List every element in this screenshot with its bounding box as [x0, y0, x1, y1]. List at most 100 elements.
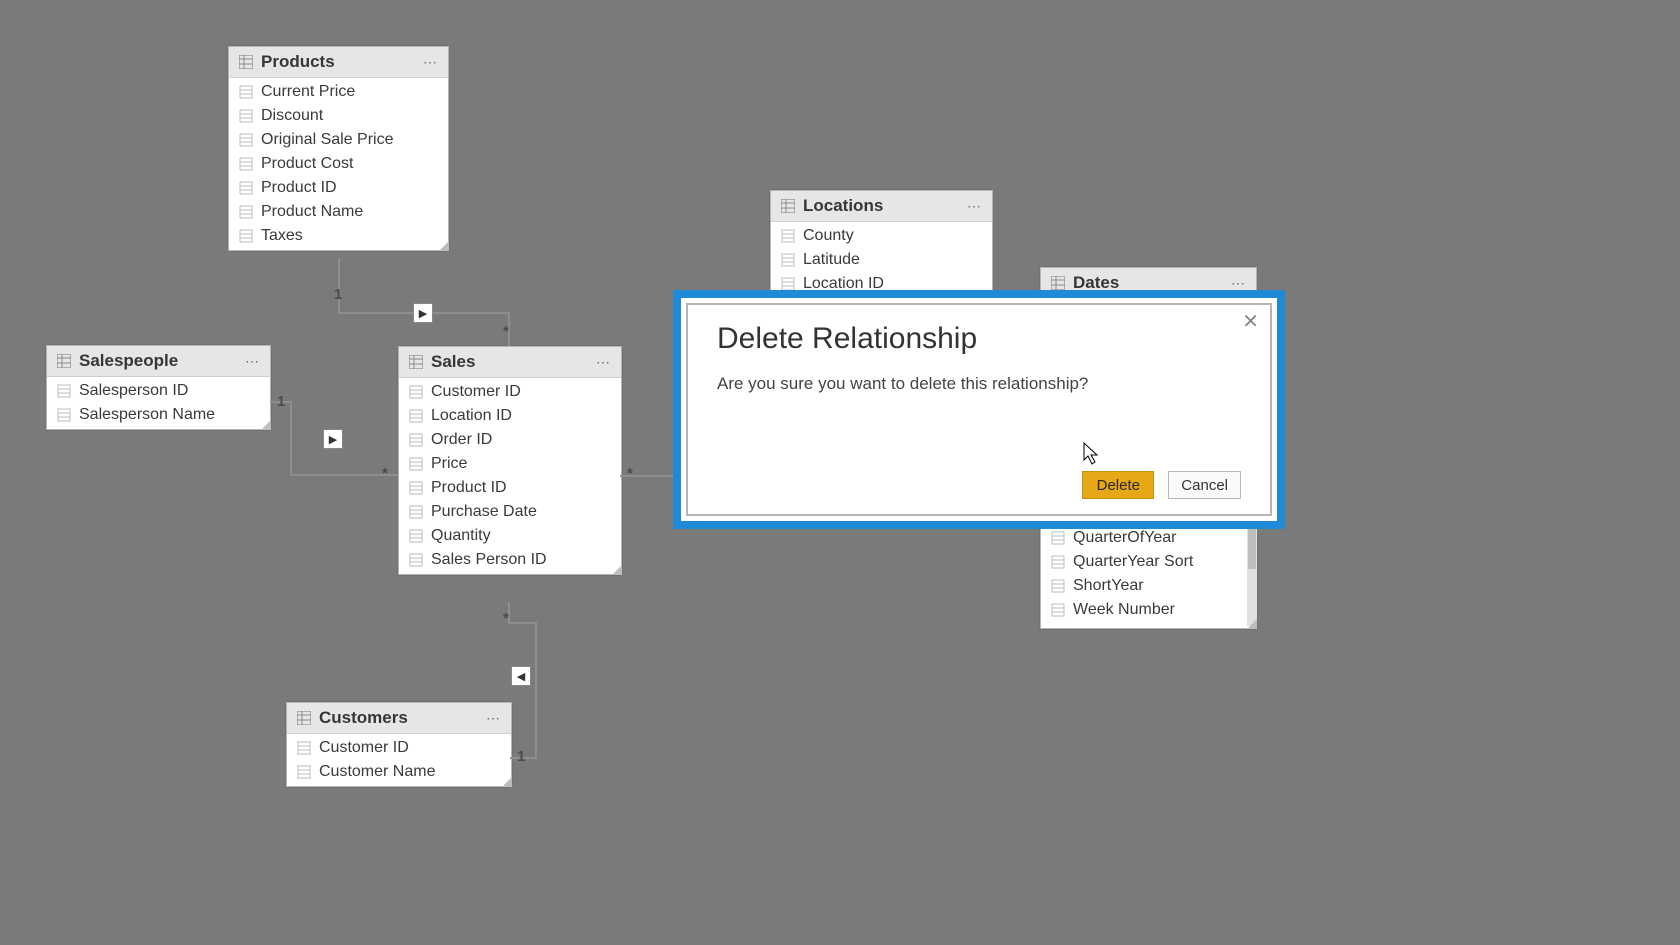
field-label: Product Name	[261, 203, 363, 221]
field-icon	[239, 109, 253, 123]
table-header[interactable]: Locations ⋯	[771, 191, 992, 222]
table-icon	[297, 711, 311, 725]
field-icon	[239, 133, 253, 147]
field-icon	[1051, 603, 1065, 617]
table-locations[interactable]: Locations ⋯ County Latitude Location ID	[770, 190, 993, 299]
more-icon[interactable]: ⋯	[596, 354, 611, 371]
dialog-title: Delete Relationship	[717, 322, 1241, 356]
table-products[interactable]: Products ⋯ Current Price Discount Origin…	[228, 46, 449, 251]
field-item[interactable]: Product ID	[229, 176, 448, 200]
field-item[interactable]: Current Price	[229, 80, 448, 104]
field-item[interactable]: Product ID	[399, 476, 621, 500]
field-item[interactable]: Salesperson ID	[47, 379, 270, 403]
field-item[interactable]: Purchase Date	[399, 500, 621, 524]
table-header[interactable]: Products ⋯	[229, 47, 448, 78]
field-label: Current Price	[261, 83, 355, 101]
field-label: Quantity	[431, 527, 491, 545]
field-icon	[239, 85, 253, 99]
field-icon	[781, 253, 795, 267]
field-item[interactable]: Product Cost	[229, 152, 448, 176]
resize-handle[interactable]	[612, 565, 622, 575]
table-icon	[57, 354, 71, 368]
filter-direction-icon[interactable]: ▶	[413, 303, 433, 323]
table-icon	[239, 55, 253, 69]
table-salespeople[interactable]: Salespeople ⋯ Salesperson ID Salesperson…	[46, 345, 271, 430]
table-header[interactable]: Sales ⋯	[399, 347, 621, 378]
relationship-line[interactable]	[338, 258, 340, 312]
field-label: Original Sale Price	[261, 131, 394, 149]
model-canvas[interactable]: { "dialog": { "title": "Delete Relations…	[0, 0, 1680, 945]
field-item[interactable]: Latitude	[771, 248, 992, 272]
field-item[interactable]: ShortYear	[1041, 574, 1256, 598]
field-item[interactable]: Customer ID	[287, 736, 511, 760]
delete-button[interactable]: Delete	[1082, 471, 1154, 499]
field-label: Salesperson ID	[79, 382, 188, 400]
field-icon	[297, 741, 311, 755]
table-title: Sales	[431, 352, 596, 372]
relationship-line[interactable]	[290, 401, 292, 474]
field-icon	[409, 553, 423, 567]
field-icon	[409, 457, 423, 471]
field-list: County Latitude Location ID	[771, 222, 992, 298]
close-button[interactable]: ✕	[1238, 308, 1263, 336]
field-icon	[239, 205, 253, 219]
cardinality-one: 1	[277, 393, 285, 410]
more-icon[interactable]: ⋯	[967, 198, 982, 215]
filter-direction-icon[interactable]: ◀	[511, 666, 531, 686]
more-icon[interactable]: ⋯	[423, 54, 438, 71]
field-icon	[409, 433, 423, 447]
field-icon	[409, 409, 423, 423]
cancel-button[interactable]: Cancel	[1168, 471, 1241, 499]
resize-handle[interactable]	[1247, 619, 1257, 629]
field-item[interactable]: Discount	[229, 104, 448, 128]
resize-handle[interactable]	[439, 241, 449, 251]
field-item[interactable]: Customer ID	[399, 380, 621, 404]
field-label: QuarterYear Sort	[1073, 553, 1193, 571]
field-label: Discount	[261, 107, 323, 125]
field-label: Customer ID	[431, 383, 521, 401]
field-item[interactable]: Salesperson Name	[47, 403, 270, 427]
dialog-buttons: Delete Cancel	[1082, 471, 1241, 499]
table-header[interactable]: Salespeople ⋯	[47, 346, 270, 377]
field-icon	[239, 157, 253, 171]
cardinality-many: *	[382, 465, 388, 482]
field-item[interactable]: Original Sale Price	[229, 128, 448, 152]
field-item[interactable]: Taxes	[229, 224, 448, 248]
field-item[interactable]: Location ID	[399, 404, 621, 428]
table-customers[interactable]: Customers ⋯ Customer ID Customer Name	[286, 702, 512, 787]
relationship-line[interactable]	[508, 622, 535, 624]
field-item[interactable]: Week Number	[1041, 598, 1256, 622]
table-sales[interactable]: Sales ⋯ Customer ID Location ID Order ID…	[398, 346, 622, 575]
field-label: QuarterOfYear	[1073, 529, 1176, 547]
field-item[interactable]: Sales Person ID	[399, 548, 621, 572]
cardinality-many: *	[503, 610, 509, 627]
relationship-line[interactable]	[535, 622, 537, 759]
field-label: Order ID	[431, 431, 492, 449]
field-list: Current Price Discount Original Sale Pri…	[229, 78, 448, 250]
resize-handle[interactable]	[261, 420, 271, 430]
cardinality-many: *	[503, 323, 509, 340]
field-icon	[409, 385, 423, 399]
table-header[interactable]: Customers ⋯	[287, 703, 511, 734]
field-item[interactable]: County	[771, 224, 992, 248]
more-icon[interactable]: ⋯	[486, 710, 501, 727]
field-item[interactable]: Quantity	[399, 524, 621, 548]
field-icon	[409, 529, 423, 543]
field-icon	[781, 229, 795, 243]
field-item[interactable]: QuarterYear Sort	[1041, 550, 1256, 574]
field-label: Salesperson Name	[79, 406, 215, 424]
more-icon[interactable]: ⋯	[1231, 275, 1246, 292]
field-icon	[239, 181, 253, 195]
field-item[interactable]: Order ID	[399, 428, 621, 452]
filter-direction-icon[interactable]: ▶	[323, 429, 343, 449]
more-icon[interactable]: ⋯	[245, 353, 260, 370]
field-label: Sales Person ID	[431, 551, 547, 569]
field-label: County	[803, 227, 854, 245]
field-icon	[781, 277, 795, 291]
field-item[interactable]: Customer Name	[287, 760, 511, 784]
field-item[interactable]: Product Name	[229, 200, 448, 224]
resize-handle[interactable]	[502, 777, 512, 787]
field-item[interactable]: Price	[399, 452, 621, 476]
cardinality-many: *	[627, 465, 633, 482]
field-item[interactable]: QuarterOfYear	[1041, 526, 1256, 550]
